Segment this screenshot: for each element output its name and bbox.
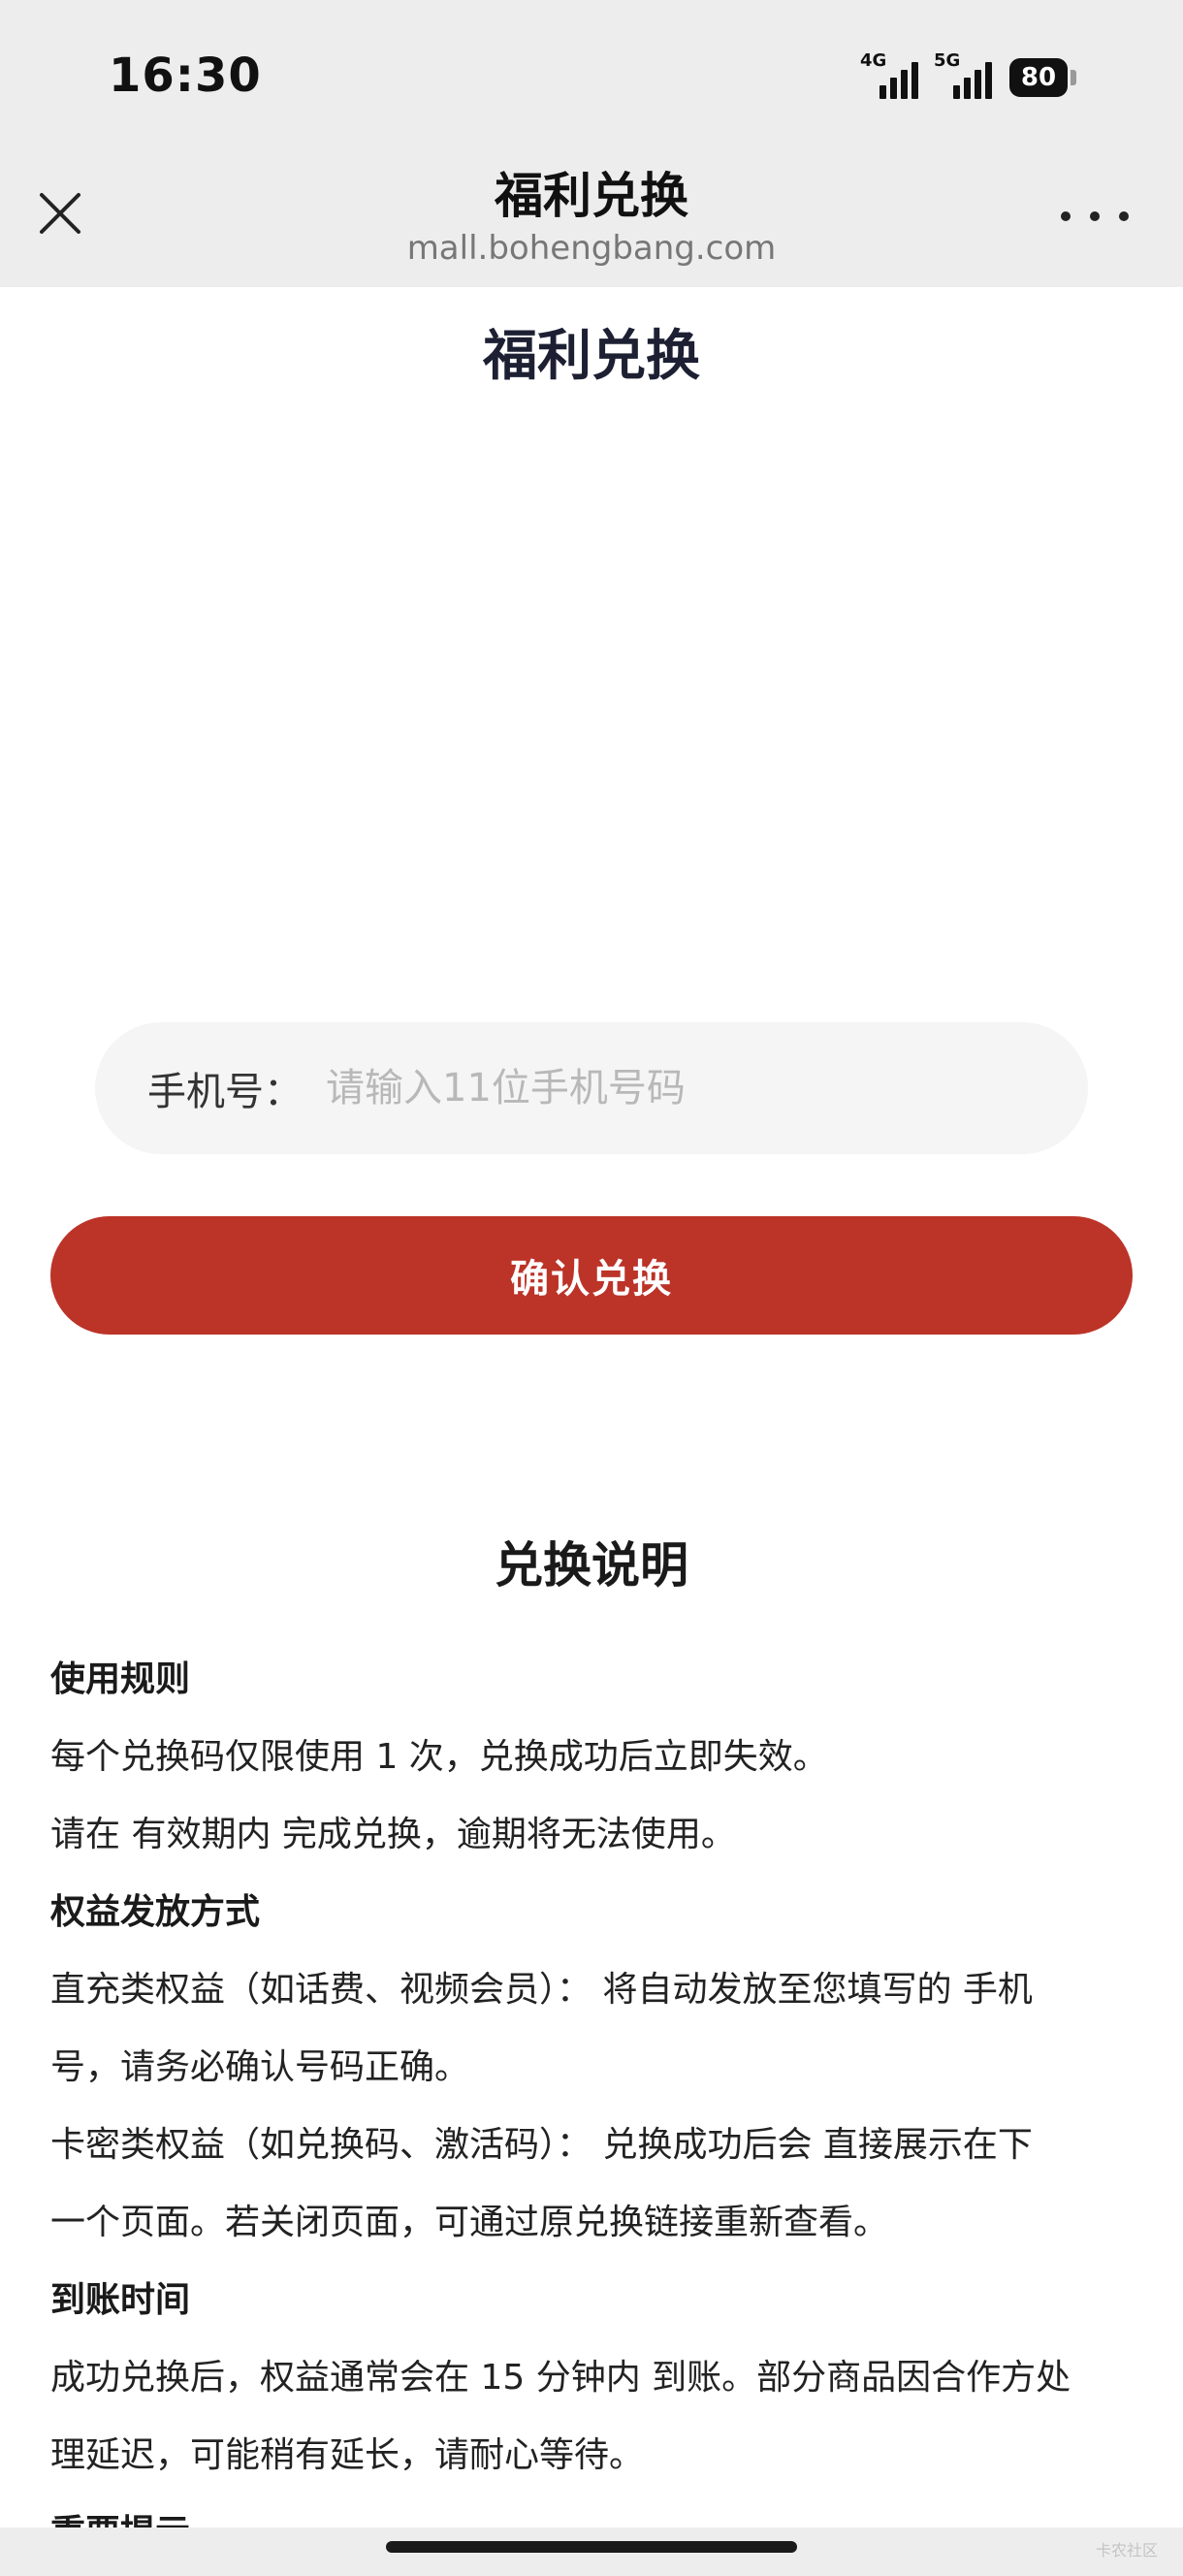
rule-line: 每个兑换码仅限使用 1 次，兑换成功后立即失效。 xyxy=(50,1737,828,1777)
rule-heading: 权益发放方式 xyxy=(50,1892,261,1932)
network-4g-indicator: 4G xyxy=(860,50,918,99)
page-title: 福利兑换 xyxy=(483,325,700,388)
watermark: 卡农社区 xyxy=(1095,2541,1158,2560)
instructions-body: 使用规则 每个兑换码仅限使用 1 次，兑换成功后立即失效。 请在 有效期内 完成… xyxy=(50,1641,1098,2572)
more-icon xyxy=(1090,211,1100,221)
status-time: 16:30 xyxy=(109,48,262,103)
rule-line: 成功兑换后，权益通常会在 15 分钟内 到账。部分商品因合作方处 xyxy=(50,2358,1071,2398)
battery-tip xyxy=(1071,70,1076,85)
instructions-title: 兑换说明 xyxy=(495,1537,688,1594)
network-5g-indicator: 5G xyxy=(934,50,992,99)
rule-line: 理延迟，可能稍有延长，请耐心等待。 xyxy=(50,2435,645,2475)
more-menu-button[interactable] xyxy=(1061,202,1129,231)
rule-line: 卡密类权益（如兑换码、激活码）： 兑换成功后会 直接展示在下 xyxy=(50,2125,1033,2165)
browser-header-title: 福利兑换 xyxy=(495,168,688,224)
rule-heading: 到账时间 xyxy=(50,2280,191,2320)
rule-line: 号，请务必确认号码正确。 xyxy=(50,2047,470,2087)
home-indicator[interactable] xyxy=(386,2541,797,2553)
battery-level: 80 xyxy=(1009,58,1068,97)
rule-line: 请在 有效期内 完成兑换，逾期将无法使用。 xyxy=(50,1815,736,1854)
phone-field-label: 手机号： xyxy=(147,1070,303,1114)
status-icons: 4G 5G 80 xyxy=(860,50,1076,99)
network-4g-label: 4G xyxy=(860,50,887,71)
rule-line: 一个页面。若关闭页面，可通过原兑换链接重新查看。 xyxy=(50,2203,889,2242)
rule-heading: 使用规则 xyxy=(50,1659,191,1699)
more-icon xyxy=(1119,211,1129,221)
more-icon xyxy=(1061,211,1071,221)
battery-icon: 80 xyxy=(1009,58,1076,97)
phone-field-container[interactable]: 手机号： xyxy=(95,1022,1088,1154)
confirm-exchange-button[interactable]: 确认兑换 xyxy=(50,1216,1133,1335)
browser-header-url: mall.bohengbang.com xyxy=(406,229,777,268)
phone-input[interactable] xyxy=(324,1065,1026,1111)
network-5g-label: 5G xyxy=(934,50,961,71)
rule-line: 直充类权益（如话费、视频会员）： 将自动发放至您填写的 手机 xyxy=(50,1970,1033,2010)
